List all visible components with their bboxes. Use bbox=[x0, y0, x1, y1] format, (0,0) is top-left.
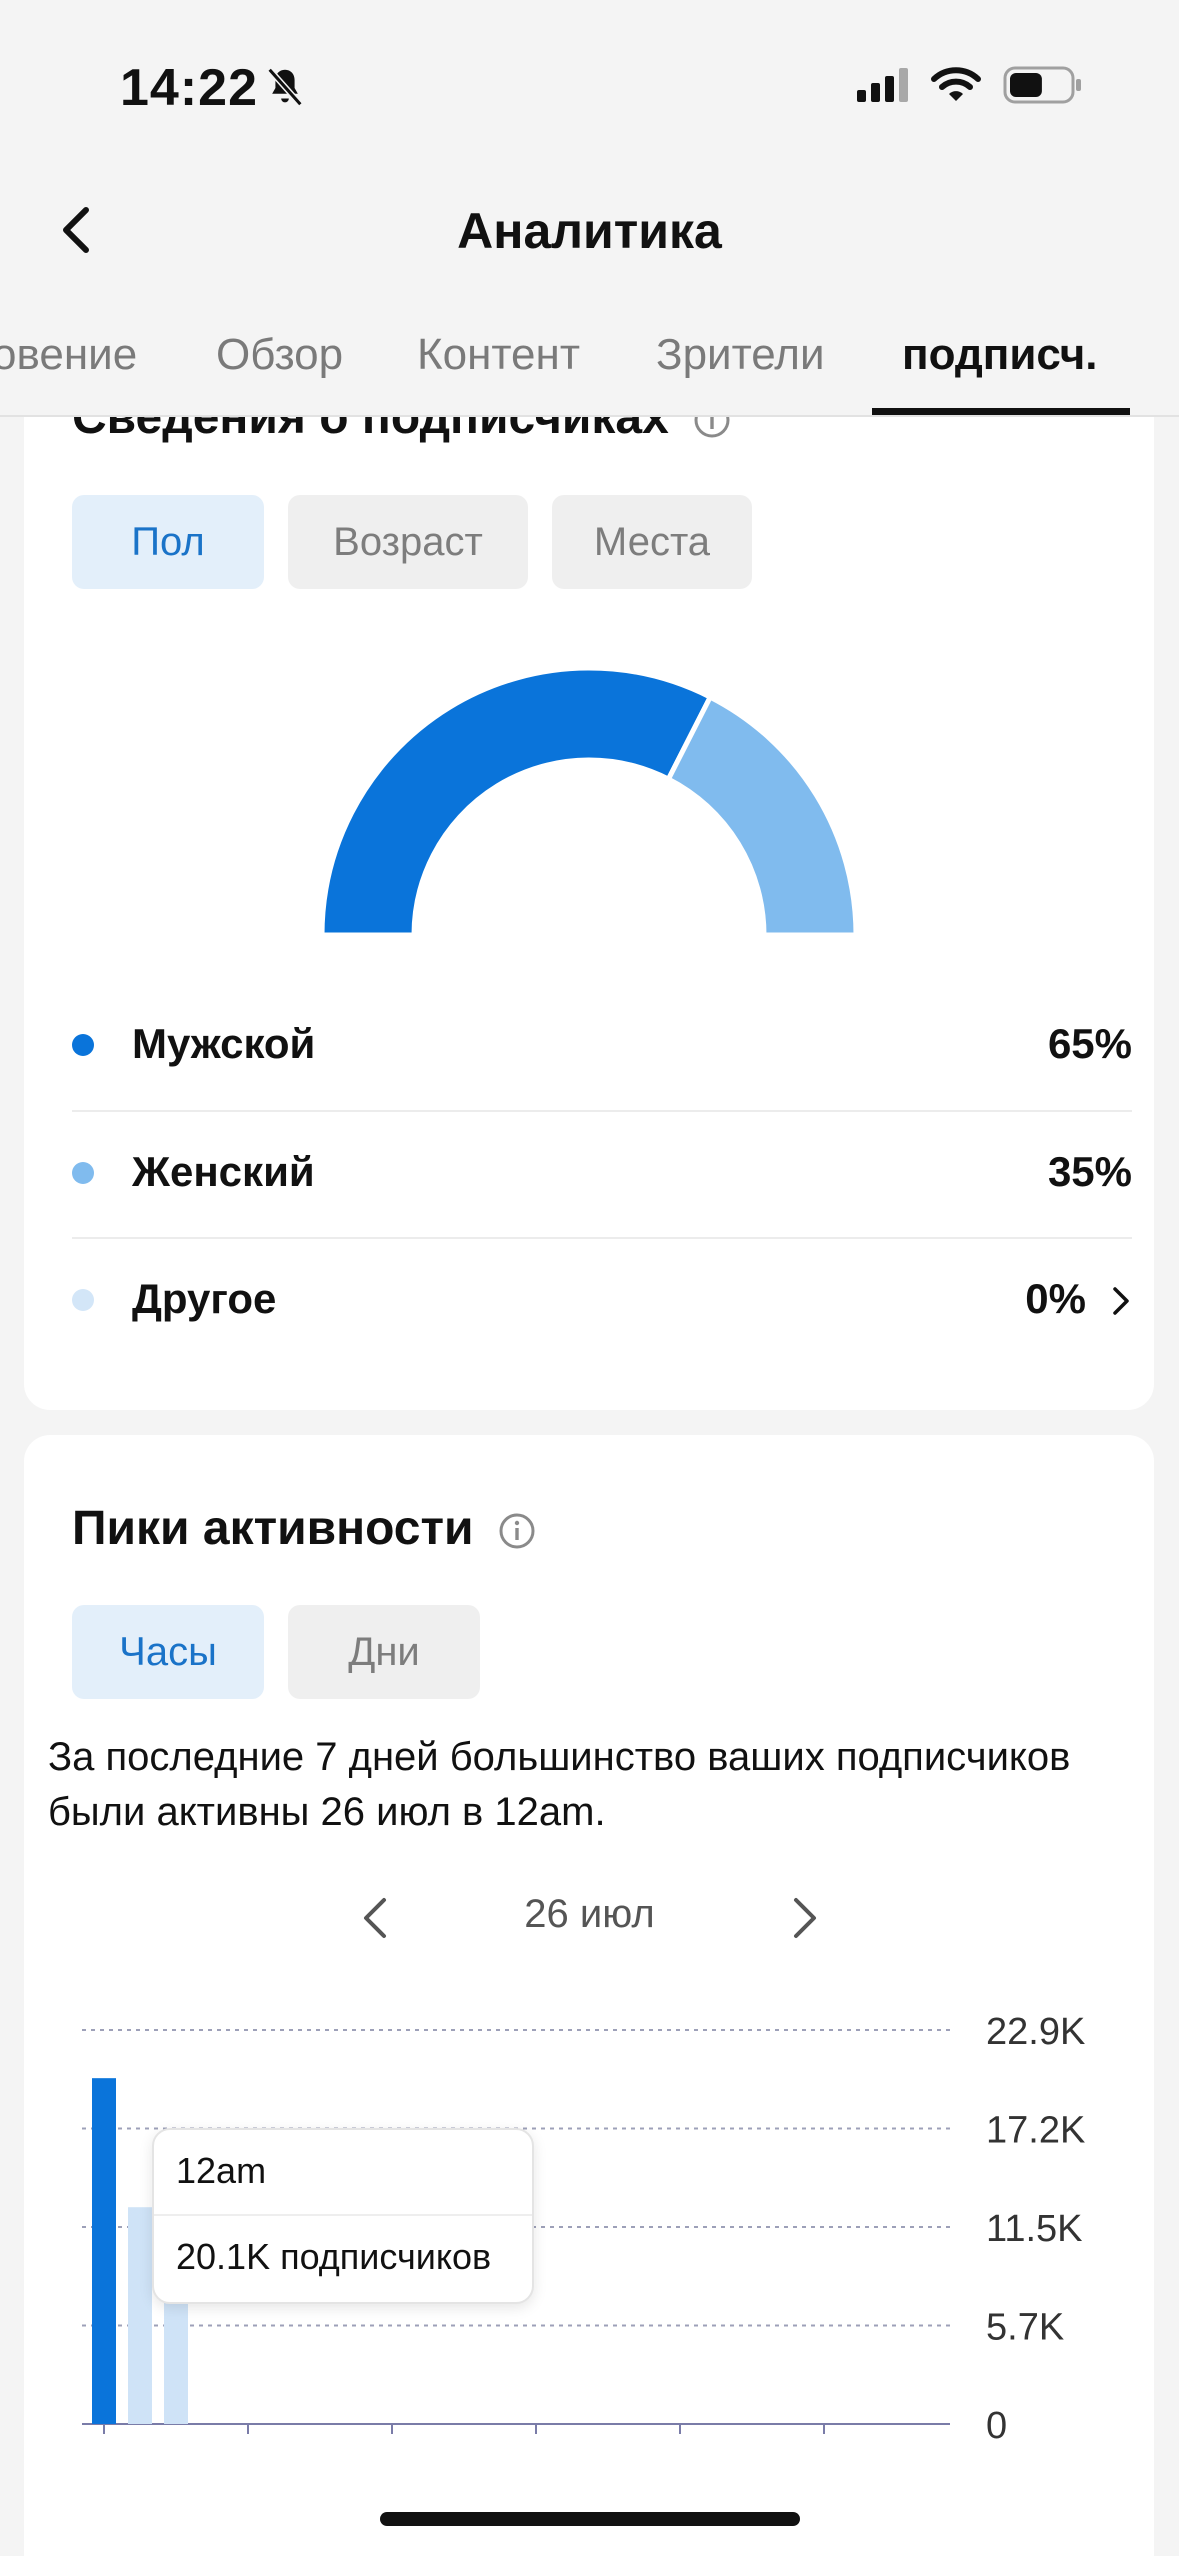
donut-slice-female bbox=[665, 693, 856, 938]
chip-age[interactable]: Возраст bbox=[288, 495, 528, 589]
info-icon[interactable] bbox=[497, 1511, 537, 1551]
legend-row-other[interactable]: Другое 0% bbox=[72, 1237, 1132, 1363]
legend-dot-female bbox=[72, 1162, 94, 1184]
chip-places[interactable]: Места bbox=[552, 495, 752, 589]
activity-title-text: Пики активности bbox=[72, 1502, 474, 1555]
tab-followers[interactable]: подписч. bbox=[902, 330, 1098, 380]
date-label: 26 июл bbox=[524, 1892, 655, 1936]
y-tick-label: 17.2K bbox=[986, 2110, 1085, 2152]
bar-1am[interactable] bbox=[128, 2207, 152, 2424]
legend-label-male: Мужской bbox=[132, 1020, 316, 1067]
legend-dot-other bbox=[72, 1289, 94, 1311]
battery-icon bbox=[1003, 66, 1081, 104]
legend-row-male: Мужской 65% bbox=[72, 982, 1132, 1108]
bell-muted-icon bbox=[267, 67, 303, 107]
legend-label-other: Другое bbox=[132, 1275, 277, 1322]
nav-bar: Аналитика bbox=[0, 180, 1179, 280]
tooltip-divider bbox=[154, 2214, 532, 2216]
legend-value-female: 35% bbox=[1047, 1148, 1132, 1195]
chip-gender[interactable]: Пол bbox=[72, 495, 264, 589]
chevron-right-icon[interactable] bbox=[1110, 1285, 1132, 1317]
status-bar: 14:22 bbox=[0, 0, 1179, 170]
chart-tooltip: 12am 20.1K подписчиков bbox=[152, 2128, 534, 2304]
activity-description: За последние 7 дней большинство ваших по… bbox=[48, 1735, 1071, 1834]
bar-12am[interactable] bbox=[92, 2078, 116, 2424]
page-title: Аналитика bbox=[457, 203, 722, 259]
followers-card: Сведения о подписчиках Пол Возраст Места… bbox=[24, 350, 1154, 1410]
analytics-tabs: овение Обзор Контент Зрители подписч. bbox=[0, 300, 1179, 417]
chip-hours[interactable]: Часы bbox=[72, 1605, 264, 1699]
tab-content[interactable]: Контент bbox=[417, 330, 580, 380]
y-tick-label: 0 bbox=[986, 2405, 1007, 2440]
date-navigator: 26 июл bbox=[0, 1880, 1179, 1960]
activity-section-title: Пики активности bbox=[72, 1501, 537, 1556]
tab-viewers[interactable]: Зрители bbox=[656, 330, 825, 380]
legend-row-female: Женский 35% bbox=[72, 1110, 1132, 1236]
y-tick-label: 22.9K bbox=[986, 2011, 1085, 2053]
legend-value-male: 65% bbox=[1047, 1020, 1132, 1067]
legend-value-other: 0% bbox=[1025, 1275, 1086, 1322]
y-tick-label: 11.5K bbox=[986, 2208, 1082, 2250]
tab-overview[interactable]: Обзор bbox=[216, 330, 343, 380]
chip-days[interactable]: Дни bbox=[288, 1605, 480, 1699]
wifi-icon bbox=[931, 67, 981, 101]
legend-dot-male bbox=[72, 1034, 94, 1056]
tooltip-value: 20.1K подписчиков bbox=[176, 2236, 492, 2277]
tooltip-time: 12am bbox=[176, 2150, 267, 2191]
active-tab-indicator bbox=[872, 408, 1130, 415]
donut-slice-male bbox=[322, 665, 714, 938]
cellular-signal-icon bbox=[857, 68, 908, 102]
home-indicator bbox=[380, 2512, 800, 2526]
chevron-right-icon[interactable] bbox=[784, 1894, 824, 1942]
y-tick-label: 5.7K bbox=[986, 2307, 1064, 2349]
tab-partial[interactable]: овение bbox=[0, 330, 137, 380]
legend-label-female: Женский bbox=[132, 1148, 315, 1195]
status-time: 14:22 bbox=[120, 59, 258, 117]
gender-donut-chart bbox=[322, 665, 856, 938]
